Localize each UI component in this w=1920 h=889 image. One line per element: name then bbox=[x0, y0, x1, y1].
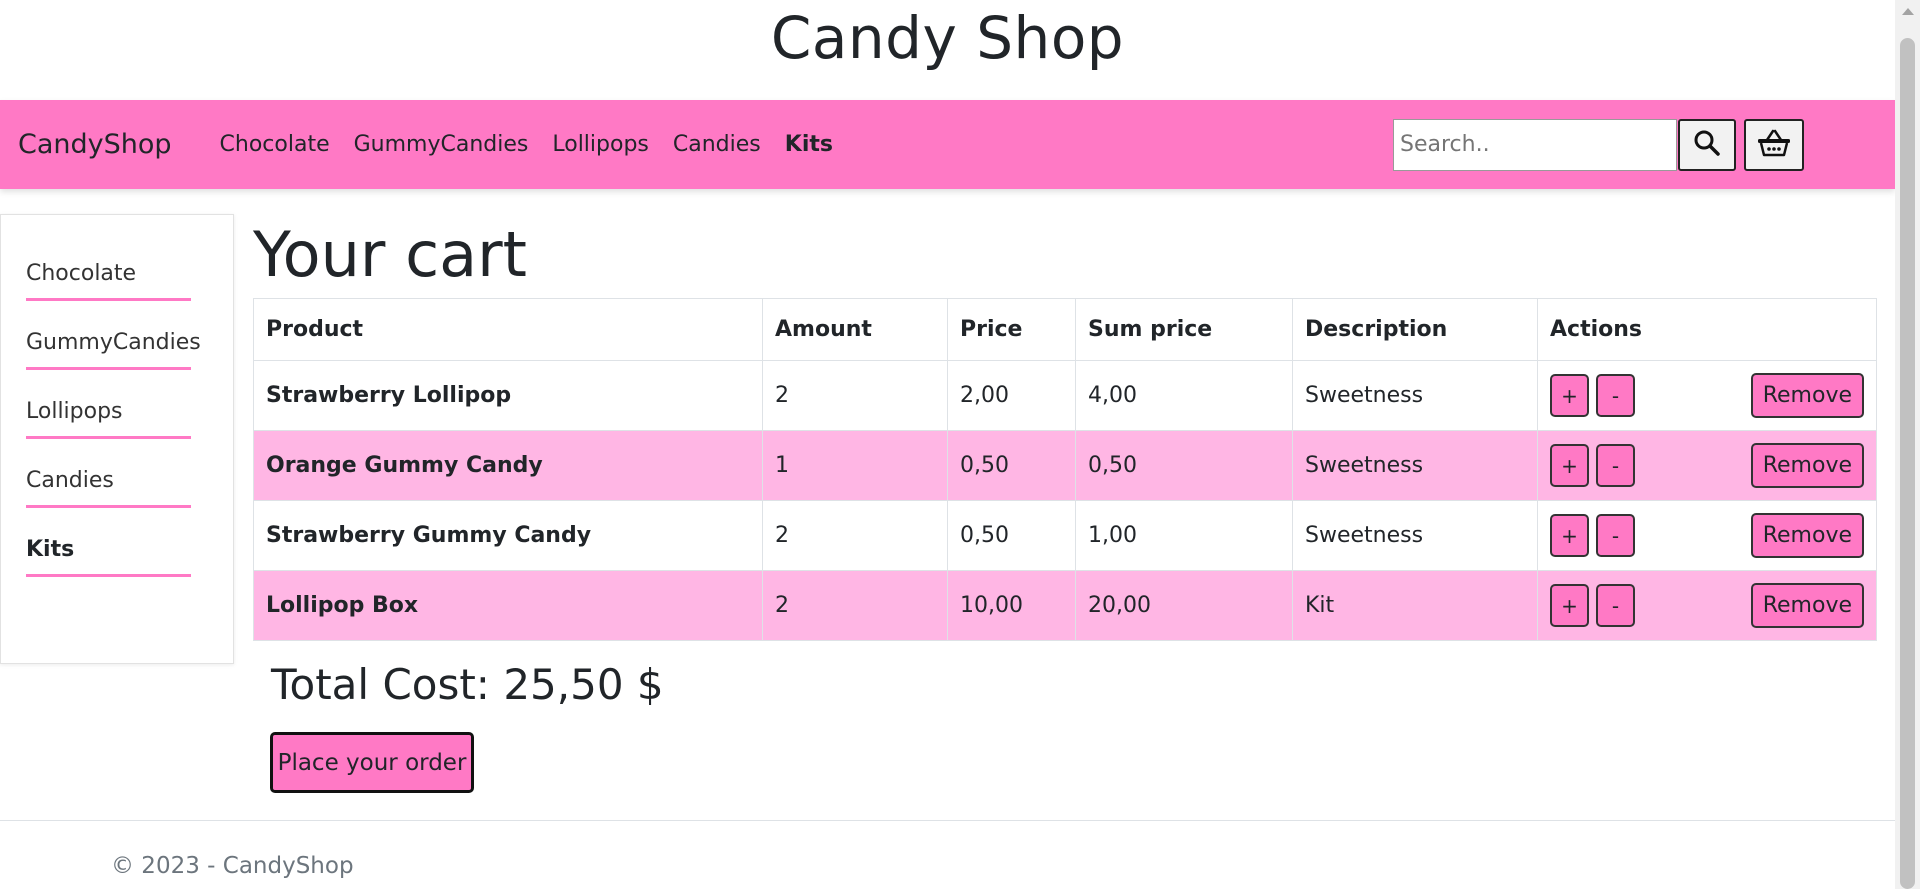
column-header-product: Product bbox=[253, 298, 763, 361]
column-header-sum-price: Sum price bbox=[1075, 298, 1293, 361]
search-input[interactable] bbox=[1393, 118, 1677, 171]
table-row: Lollipop Box 2 10,00 20,00 Kit + - Remov… bbox=[253, 570, 1877, 641]
cell-sum-price: 4,00 bbox=[1075, 360, 1293, 431]
site-title: Candy Shop bbox=[770, 4, 1125, 72]
cell-sum-price: 20,00 bbox=[1075, 570, 1293, 641]
column-header-description: Description bbox=[1292, 298, 1538, 361]
scrollbar-thumb[interactable] bbox=[1900, 38, 1915, 889]
navbar: CandyShop Chocolate GummyCandies Lollipo… bbox=[0, 100, 1895, 189]
cell-actions: + - Remove bbox=[1537, 570, 1877, 641]
increase-button[interactable]: + bbox=[1550, 584, 1589, 627]
increase-button[interactable]: + bbox=[1550, 514, 1589, 557]
decrease-button[interactable]: - bbox=[1596, 444, 1635, 487]
nav-link-chocolate[interactable]: Chocolate bbox=[208, 132, 342, 157]
cell-description: Kit bbox=[1292, 570, 1538, 641]
cell-amount: 1 bbox=[762, 430, 948, 501]
table-row: Orange Gummy Candy 1 0,50 0,50 Sweetness… bbox=[253, 430, 1877, 501]
decrease-button[interactable]: - bbox=[1596, 374, 1635, 417]
cell-sum-price: 0,50 bbox=[1075, 430, 1293, 501]
remove-button[interactable]: Remove bbox=[1750, 443, 1864, 488]
cell-price: 2,00 bbox=[947, 360, 1076, 431]
cell-price: 10,00 bbox=[947, 570, 1076, 641]
cell-sum-price: 1,00 bbox=[1075, 500, 1293, 571]
decrease-button[interactable]: - bbox=[1596, 584, 1635, 627]
column-header-actions: Actions bbox=[1537, 298, 1877, 361]
nav-links: Chocolate GummyCandies Lollipops Candies… bbox=[208, 132, 845, 157]
column-header-price: Price bbox=[947, 298, 1076, 361]
footer-divider bbox=[0, 820, 1895, 821]
cell-description: Sweetness bbox=[1292, 430, 1538, 501]
nav-right bbox=[1393, 118, 1804, 171]
cell-actions: + - Remove bbox=[1537, 360, 1877, 431]
sidebar-item-candies[interactable]: Candies bbox=[26, 468, 191, 508]
nav-link-candies[interactable]: Candies bbox=[661, 132, 773, 157]
table-header-row: Product Amount Price Sum price Descripti… bbox=[253, 298, 1877, 361]
search-icon bbox=[1693, 129, 1721, 161]
scroll-up-arrow-icon[interactable] bbox=[1902, 8, 1914, 15]
cell-price: 0,50 bbox=[947, 500, 1076, 571]
search-button[interactable] bbox=[1678, 118, 1736, 171]
page: Candy Shop CandyShop Chocolate GummyCand… bbox=[0, 0, 1895, 889]
cell-product: Strawberry Gummy Candy bbox=[253, 500, 763, 571]
brand-link[interactable]: CandyShop bbox=[18, 129, 172, 160]
remove-button[interactable]: Remove bbox=[1750, 373, 1864, 418]
sidebar: Chocolate GummyCandies Lollipops Candies… bbox=[0, 214, 234, 664]
increase-button[interactable]: + bbox=[1550, 444, 1589, 487]
cell-price: 0,50 bbox=[947, 430, 1076, 501]
column-header-amount: Amount bbox=[762, 298, 948, 361]
cell-actions: + - Remove bbox=[1537, 430, 1877, 501]
vertical-scrollbar[interactable] bbox=[1895, 0, 1920, 889]
cell-description: Sweetness bbox=[1292, 360, 1538, 431]
nav-link-lollipops[interactable]: Lollipops bbox=[540, 132, 661, 157]
nav-link-gummycandies[interactable]: GummyCandies bbox=[342, 132, 541, 157]
sidebar-item-chocolate[interactable]: Chocolate bbox=[26, 261, 191, 301]
increase-button[interactable]: + bbox=[1550, 374, 1589, 417]
place-order-button[interactable]: Place your order bbox=[270, 732, 474, 793]
remove-button[interactable]: Remove bbox=[1750, 583, 1864, 628]
cell-actions: + - Remove bbox=[1537, 500, 1877, 571]
table-row: Strawberry Gummy Candy 2 0,50 1,00 Sweet… bbox=[253, 500, 1877, 571]
sidebar-item-gummycandies[interactable]: GummyCandies bbox=[26, 330, 201, 370]
sidebar-item-lollipops[interactable]: Lollipops bbox=[26, 399, 191, 439]
page-title: Your cart bbox=[253, 218, 527, 291]
cell-amount: 2 bbox=[762, 500, 948, 571]
shopping-basket-icon bbox=[1756, 128, 1792, 162]
nav-link-kits[interactable]: Kits bbox=[773, 132, 845, 157]
cell-product: Strawberry Lollipop bbox=[253, 360, 763, 431]
decrease-button[interactable]: - bbox=[1596, 514, 1635, 557]
cell-amount: 2 bbox=[762, 570, 948, 641]
table-row: Strawberry Lollipop 2 2,00 4,00 Sweetnes… bbox=[253, 360, 1877, 431]
cell-description: Sweetness bbox=[1292, 500, 1538, 571]
cell-amount: 2 bbox=[762, 360, 948, 431]
total-cost: Total Cost: 25,50 $ bbox=[271, 660, 664, 709]
sidebar-item-kits[interactable]: Kits bbox=[26, 537, 191, 577]
remove-button[interactable]: Remove bbox=[1750, 513, 1864, 558]
cell-product: Lollipop Box bbox=[253, 570, 763, 641]
cart-button[interactable] bbox=[1744, 118, 1804, 171]
cell-product: Orange Gummy Candy bbox=[253, 430, 763, 501]
footer-copyright: © 2023 - CandyShop bbox=[111, 853, 354, 879]
cart-table: Product Amount Price Sum price Descripti… bbox=[253, 298, 1877, 641]
